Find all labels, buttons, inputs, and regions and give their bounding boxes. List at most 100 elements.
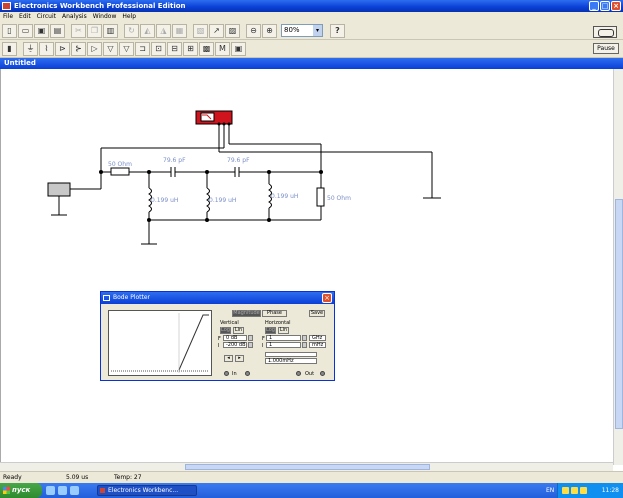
quick-launch (46, 486, 79, 495)
horizontal-final-field[interactable]: 1 (266, 335, 301, 341)
analog-ics-bin-icon[interactable]: ▷ (87, 41, 102, 56)
component-properties-icon[interactable]: ▦ (172, 23, 187, 38)
tray-icon[interactable] (562, 487, 569, 494)
basic-bin-icon[interactable]: ⌇ (39, 41, 54, 56)
language-indicator[interactable]: EN (546, 483, 554, 498)
clock: 11:28 (601, 487, 619, 494)
bode-plot-display (108, 310, 212, 376)
explorer-icon[interactable] (58, 486, 67, 495)
flip-horizontal-icon[interactable]: ◭ (140, 23, 155, 38)
new-file-icon[interactable]: ▯ (2, 23, 17, 38)
pause-button[interactable]: Pause (593, 43, 619, 54)
in-terminal-plus[interactable] (245, 371, 250, 376)
models-bin-icon[interactable]: M (215, 41, 230, 56)
graphs-icon[interactable]: ↗ (209, 23, 224, 38)
save-icon[interactable]: ▣ (34, 23, 49, 38)
tray-icon[interactable] (571, 487, 578, 494)
main-toolbar: ▯ ▭ ▣ ▤ ✂ ❐ ▥ ↻ ◭ ◮ ▦ ▧ ↗ ▨ ⊖ ⊕ 80% ▾ ? (0, 22, 623, 40)
help-button[interactable]: ? (330, 23, 345, 38)
vertical-scrollbar[interactable] (613, 69, 623, 465)
app-icon (2, 2, 11, 10)
zoom-in-icon[interactable]: ⊕ (262, 23, 277, 38)
create-subcircuit-icon[interactable]: ▧ (193, 23, 208, 38)
circuit-schematic: 50 Ohm 79.6 pF 79.6 pF 0.199 uH 0.199 uH… (47, 110, 441, 245)
logic-gates-bin-icon[interactable]: ⊐ (135, 41, 150, 56)
paste-icon[interactable]: ▥ (103, 23, 118, 38)
rotate-icon[interactable]: ↻ (124, 23, 139, 38)
menu-analysis[interactable]: Analysis (62, 12, 87, 22)
mixed-ics-bin-icon[interactable]: ▽ (103, 41, 118, 56)
horizontal-scrollbar[interactable] (0, 462, 613, 471)
close-button[interactable]: × (611, 1, 621, 11)
horizontal-initial-unit[interactable]: mHz (309, 342, 326, 348)
chevron-down-icon: ▾ (313, 25, 322, 36)
sources-bin-icon[interactable]: ⏚ (23, 41, 38, 56)
digital-bin-icon[interactable]: ⊡ (151, 41, 166, 56)
minimize-button[interactable]: _ (589, 1, 599, 11)
start-button[interactable]: пуск (0, 483, 42, 498)
taskbar-item-workbench[interactable]: Electronics Workbenc... (97, 485, 197, 496)
copy-icon[interactable]: ❐ (87, 23, 102, 38)
circuit-description-icon[interactable]: ▨ (225, 23, 240, 38)
save-button[interactable]: Save (309, 310, 325, 317)
horizontal-log-button[interactable]: Log (265, 327, 276, 334)
horizontal-initial-spinner[interactable] (302, 342, 307, 348)
print-icon[interactable]: ▤ (50, 23, 65, 38)
label-c2: 79.6 pF (227, 157, 250, 164)
vertical-final-field[interactable]: 0 dB (223, 335, 247, 341)
magnitude-button[interactable]: Magnitude (232, 310, 261, 317)
horizontal-label: Horizontal (265, 320, 291, 326)
indicators-bin-icon[interactable]: ⊟ (167, 41, 182, 56)
zoom-select[interactable]: 80% ▾ (281, 24, 323, 37)
cursor-left-button[interactable]: ◂ (224, 355, 233, 362)
diodes-bin-icon[interactable]: ⊳ (55, 41, 70, 56)
menu-bar: File Edit Circuit Analysis Window Help (0, 12, 623, 22)
browser-icon[interactable] (46, 486, 55, 495)
menu-edit[interactable]: Edit (19, 12, 31, 22)
parts-toolbar: ▮ ⏚ ⌇ ⊳ ⊱ ▷ ▽ ▽ ⊐ ⊡ ⊟ ⊞ ▩ M ▣ (0, 40, 623, 58)
open-folder-icon[interactable]: ▭ (18, 23, 33, 38)
bode-window-icon (103, 295, 110, 301)
flip-vertical-icon[interactable]: ◮ (156, 23, 171, 38)
tray-icon[interactable] (580, 487, 587, 494)
function-generator-instrument[interactable] (47, 182, 71, 197)
favorites-bin-icon[interactable]: ▮ (2, 41, 17, 56)
menu-window[interactable]: Window (93, 12, 117, 22)
cut-icon[interactable]: ✂ (71, 23, 86, 38)
media-icon[interactable] (70, 486, 79, 495)
controls-bin-icon[interactable]: ⊞ (183, 41, 198, 56)
menu-circuit[interactable]: Circuit (37, 12, 56, 22)
vertical-lin-button[interactable]: Lin (233, 327, 244, 334)
menu-help[interactable]: Help (122, 12, 136, 22)
label-c1: 79.6 pF (163, 157, 186, 164)
out-terminal-plus[interactable] (320, 371, 325, 376)
bode-title: Bode Plotter (113, 294, 151, 301)
bode-close-button[interactable]: × (322, 293, 332, 303)
transistors-bin-icon[interactable]: ⊱ (71, 41, 86, 56)
phase-button[interactable]: Phase (262, 310, 287, 317)
in-terminal-minus[interactable] (224, 371, 229, 376)
maximize-button[interactable]: □ (600, 1, 610, 11)
miscellaneous-bin-icon[interactable]: ▩ (199, 41, 214, 56)
resistor-r1[interactable] (110, 167, 130, 176)
resistor-r2[interactable] (316, 187, 325, 207)
document-titlebar: Untitled (0, 58, 623, 69)
zoom-out-icon[interactable]: ⊖ (246, 23, 261, 38)
vertical-initial-field[interactable]: -200 dB (223, 342, 247, 348)
cursor-right-button[interactable]: ▸ (235, 355, 244, 362)
vertical-final-spinner[interactable] (248, 335, 253, 341)
power-switch-icon[interactable] (593, 26, 617, 38)
instruments-bin-icon[interactable]: ▣ (231, 41, 246, 56)
digital-ics-bin-icon[interactable]: ▽ (119, 41, 134, 56)
horizontal-final-unit[interactable]: GHz (309, 335, 326, 341)
vertical-initial-spinner[interactable] (248, 342, 253, 348)
out-terminal-minus[interactable] (296, 371, 301, 376)
circuit-canvas[interactable]: 50 Ohm 79.6 pF 79.6 pF 0.199 uH 0.199 uH… (0, 69, 613, 462)
menu-file[interactable]: File (3, 12, 13, 22)
label-l2: 0.199 uH (209, 197, 236, 204)
horizontal-lin-button[interactable]: Lin (278, 327, 289, 334)
zoom-value: 80% (284, 26, 300, 34)
vertical-log-button[interactable]: Log (220, 327, 231, 334)
horizontal-initial-field[interactable]: 1 (266, 342, 301, 348)
horizontal-final-spinner[interactable] (302, 335, 307, 341)
